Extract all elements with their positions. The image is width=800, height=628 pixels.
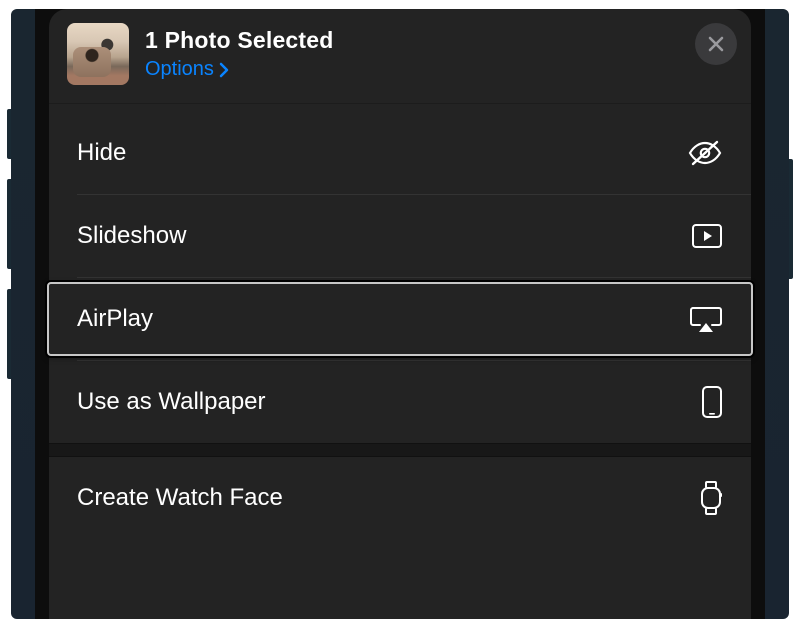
screenshot-root: 1 Photo Selected Options xyxy=(0,0,800,628)
iphone-icon xyxy=(701,385,723,419)
phone-side-button xyxy=(7,289,11,379)
phone-side-button xyxy=(7,109,11,159)
share-sheet: 1 Photo Selected Options xyxy=(49,9,751,619)
phone-side-button xyxy=(789,159,793,279)
phone-screen: 1 Photo Selected Options xyxy=(35,9,765,619)
options-link-label: Options xyxy=(145,58,214,81)
airplay-icon xyxy=(689,305,723,333)
options-link[interactable]: Options xyxy=(145,58,334,81)
eye-slash-icon xyxy=(687,139,723,167)
selection-count-label: 1 Photo Selected xyxy=(145,27,334,54)
action-label: Hide xyxy=(77,139,126,167)
header-text-group: 1 Photo Selected Options xyxy=(145,27,334,81)
action-hide[interactable]: Hide xyxy=(49,112,751,194)
action-label: Slideshow xyxy=(77,222,186,250)
group-separator xyxy=(49,443,751,457)
phone-frame: 1 Photo Selected Options xyxy=(11,9,789,619)
phone-side-button xyxy=(7,179,11,269)
action-use-as-wallpaper[interactable]: Use as Wallpaper xyxy=(49,361,751,443)
action-list: Hide Slideshow xyxy=(49,104,751,539)
action-slideshow[interactable]: Slideshow xyxy=(49,195,751,277)
apple-watch-icon xyxy=(699,480,723,516)
chevron-right-icon xyxy=(218,62,230,78)
share-sheet-header: 1 Photo Selected Options xyxy=(49,9,751,103)
action-airplay[interactable]: AirPlay xyxy=(49,278,751,360)
action-create-watch-face[interactable]: Create Watch Face xyxy=(49,457,751,539)
action-label: Use as Wallpaper xyxy=(77,388,266,416)
play-rect-icon xyxy=(691,223,723,249)
close-button[interactable] xyxy=(695,23,737,65)
selected-photo-thumbnail[interactable] xyxy=(67,23,129,85)
action-label: Create Watch Face xyxy=(77,484,283,512)
action-label: AirPlay xyxy=(77,305,153,333)
close-icon xyxy=(707,35,725,53)
